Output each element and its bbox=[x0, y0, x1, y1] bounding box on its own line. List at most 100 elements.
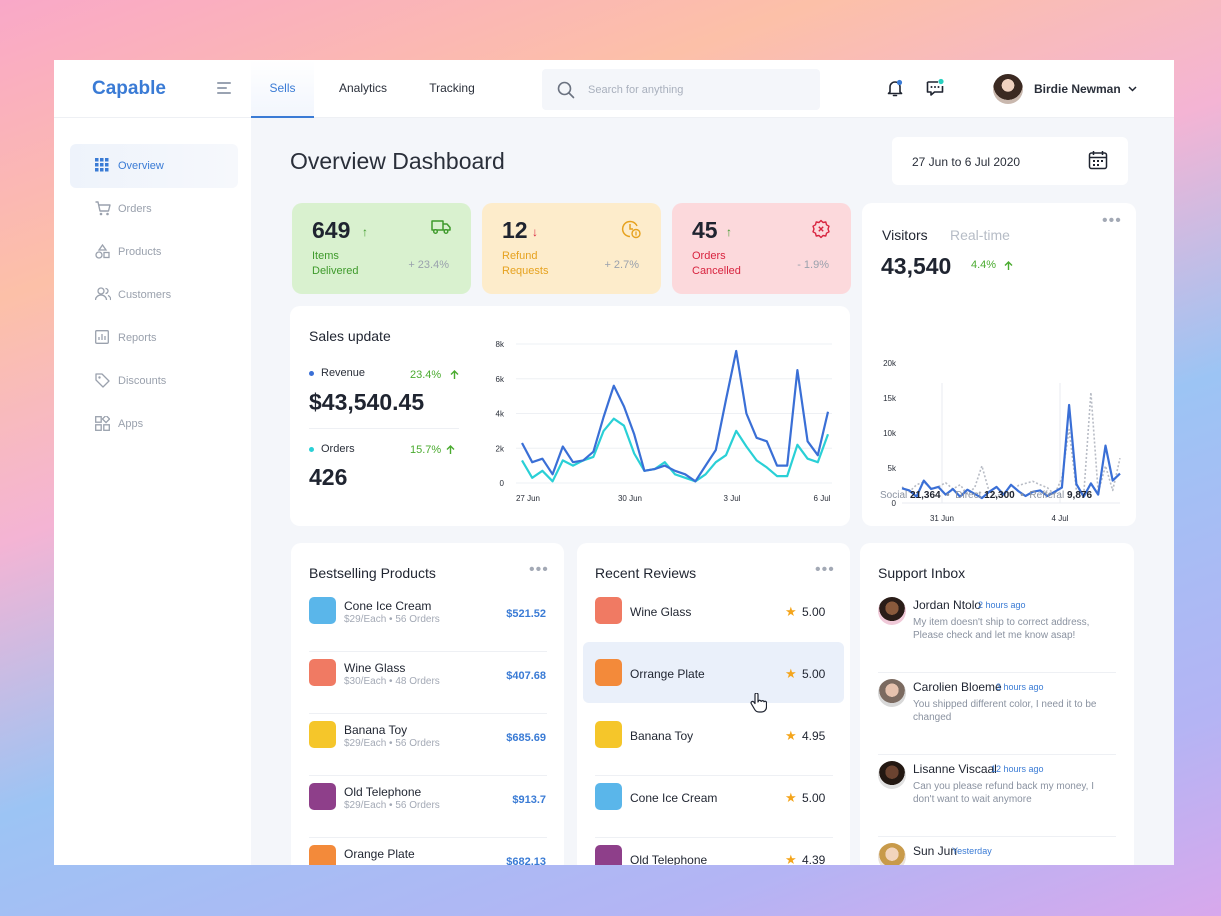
sales-line-chart: 0 2k 4k 6k 8k 27 Jun 30 Jun 3 Jul 6 Jul bbox=[496, 340, 832, 503]
product-row[interactable]: Cone Ice Cream $29/Each • 56 Orders $521.5… bbox=[291, 597, 564, 659]
hand-cursor-icon bbox=[750, 693, 767, 713]
report-icon bbox=[95, 330, 109, 344]
divider bbox=[878, 672, 1116, 673]
stat-value: 45 bbox=[692, 217, 718, 243]
stat-change: + 23.4% bbox=[408, 259, 449, 271]
date-range-picker[interactable]: 27 Jun to 6 Jul 2020 bbox=[892, 137, 1128, 185]
stat-card-delivered[interactable]: 649 ↑ Items Delivered + 23.4% bbox=[292, 203, 471, 294]
tab-analytics[interactable]: Analytics bbox=[332, 60, 394, 118]
tab-tracking[interactable]: Tracking bbox=[420, 60, 484, 118]
calendar-icon bbox=[1088, 151, 1108, 170]
series-line-solid bbox=[901, 403, 1121, 500]
sidebar-item-overview[interactable]: Overview bbox=[70, 144, 238, 188]
sidebar-item-orders[interactable]: Orders bbox=[70, 187, 238, 231]
product-name: Cone Ice Cream bbox=[630, 791, 718, 805]
user-avatar[interactable] bbox=[993, 74, 1023, 104]
card-title: Recent Reviews bbox=[595, 565, 697, 581]
x-tick-label: 27 Jun bbox=[516, 494, 540, 503]
avatar bbox=[878, 597, 906, 625]
stat-label: Items Delivered bbox=[312, 250, 359, 277]
stat-card-refunds[interactable]: 12 ↓ Refund Requests + 2.7% bbox=[482, 203, 661, 294]
divider bbox=[595, 775, 833, 776]
stat-label: Refund Requests bbox=[502, 250, 549, 277]
top-bar: Capable Sells Analytics Tracking Birdie … bbox=[54, 60, 1174, 118]
review-row[interactable]: Old Telephone ★ 4.39 bbox=[577, 845, 850, 865]
product-row[interactable]: Old Telephone $29/Each • 56 Orders $913.7 bbox=[291, 783, 564, 845]
product-thumbnail bbox=[309, 721, 336, 748]
review-row[interactable]: Banana Toy ★ 4.95 bbox=[577, 721, 850, 783]
inbox-message[interactable]: Carolien Bloeme 3 hours ago You shipped di… bbox=[860, 679, 1134, 761]
product-row[interactable]: Wine Glass $30/Each • 48 Orders $407.68 bbox=[291, 659, 564, 721]
x-tick-label: 6 Jul bbox=[814, 494, 831, 503]
message-preview: You shipped different color, I need it t… bbox=[913, 699, 1097, 723]
star-icon: ★ bbox=[785, 604, 797, 619]
visitors-breakdown: Social 21,364 • Direct 12,300 • Refferal… bbox=[880, 490, 1093, 501]
sender-name: Jordan Ntolo bbox=[913, 598, 982, 612]
user-name[interactable]: Birdie Newman bbox=[1034, 82, 1121, 96]
sidebar-item-apps[interactable]: Apps bbox=[70, 402, 238, 446]
inbox-message[interactable]: Sun Jun Yesterday bbox=[860, 843, 1134, 865]
sender-name: Lisanne Viscaal bbox=[913, 762, 997, 776]
search-input[interactable] bbox=[588, 69, 808, 110]
orders-label: Orders bbox=[321, 443, 355, 455]
search-icon bbox=[557, 81, 575, 99]
tag-icon bbox=[95, 373, 110, 388]
tab-realtime[interactable]: Real-time bbox=[950, 227, 1010, 243]
product-name: Orange Plate bbox=[344, 847, 415, 861]
divider bbox=[309, 775, 547, 776]
avatar bbox=[878, 679, 906, 707]
divider bbox=[309, 651, 547, 652]
sidebar-item-customers[interactable]: Customers bbox=[70, 273, 238, 317]
orders-growth: 15.7% bbox=[410, 444, 442, 456]
more-options-icon[interactable]: ••• bbox=[1102, 213, 1122, 229]
review-row[interactable]: Orrange Plate ★ 5.00 bbox=[577, 659, 850, 721]
bestselling-products-card: Bestselling Products ••• Cone Ice Cream $… bbox=[291, 543, 564, 865]
message-time: 3 hours ago bbox=[996, 682, 1044, 692]
grid-icon bbox=[95, 158, 109, 172]
review-row[interactable]: Wine Glass ★ 5.00 bbox=[577, 597, 850, 659]
more-options-icon[interactable]: ••• bbox=[815, 562, 835, 578]
y-tick-label: 6k bbox=[496, 375, 505, 384]
product-thumbnail bbox=[309, 659, 336, 686]
sidebar-item-discounts[interactable]: Discounts bbox=[70, 359, 238, 403]
product-thumbnail bbox=[595, 845, 622, 865]
sidebar-item-products[interactable]: Products bbox=[70, 230, 238, 274]
menu-toggle-icon[interactable] bbox=[217, 82, 233, 96]
product-thumbnail bbox=[595, 659, 622, 686]
product-thumbnail bbox=[309, 783, 336, 810]
product-meta: $29/Each • 56 Orders bbox=[344, 800, 440, 811]
review-row[interactable]: Cone Ice Cream ★ 5.00 bbox=[577, 783, 850, 845]
rating-value: 5.00 bbox=[802, 667, 826, 681]
notification-bell-icon[interactable] bbox=[885, 78, 905, 98]
revenue-legend-dot bbox=[309, 371, 314, 376]
product-name: Cone Ice Cream bbox=[344, 599, 432, 613]
product-name: Banana Toy bbox=[630, 729, 694, 743]
recent-reviews-card: Recent Reviews ••• Wine Glass ★ 5.00 Orrang… bbox=[577, 543, 850, 865]
product-row[interactable]: Banana Toy $29/Each • 56 Orders $685.69 bbox=[291, 721, 564, 783]
series-line-dotted bbox=[901, 391, 1121, 498]
product-row[interactable]: Orange Plate $682.13 bbox=[291, 845, 564, 865]
tab-sells[interactable]: Sells bbox=[251, 60, 314, 118]
divider bbox=[309, 713, 547, 714]
sidebar-item-label: Apps bbox=[118, 418, 144, 430]
app-logo[interactable]: Capable bbox=[92, 78, 166, 100]
divider bbox=[309, 428, 459, 429]
chevron-down-icon[interactable] bbox=[1128, 86, 1137, 92]
tab-visitors[interactable]: Visitors bbox=[882, 227, 928, 243]
inbox-message[interactable]: Lisanne Viscaal 12 hours ago Can you pleas… bbox=[860, 761, 1134, 843]
chat-icon[interactable] bbox=[925, 78, 945, 98]
inbox-message[interactable]: Jordan Ntolo 2 hours ago My item doesn't s… bbox=[860, 597, 1134, 679]
stat-value: 12 bbox=[502, 217, 528, 243]
product-name: Old Telephone bbox=[630, 853, 708, 865]
product-name: Wine Glass bbox=[630, 605, 692, 619]
product-price: $682.13 bbox=[506, 856, 546, 865]
stat-value: 649 bbox=[312, 217, 351, 243]
stat-card-cancelled[interactable]: 45 ↑ Orders Cancelled - 1.9% bbox=[672, 203, 851, 294]
sidebar-item-reports[interactable]: Reports bbox=[70, 316, 238, 360]
y-tick-label: 5k bbox=[888, 464, 897, 473]
more-options-icon[interactable]: ••• bbox=[529, 562, 549, 578]
revenue-label: Revenue bbox=[321, 367, 366, 379]
message-time: 2 hours ago bbox=[978, 600, 1026, 610]
series-line-revenue bbox=[521, 349, 830, 483]
shapes-icon bbox=[95, 244, 110, 259]
